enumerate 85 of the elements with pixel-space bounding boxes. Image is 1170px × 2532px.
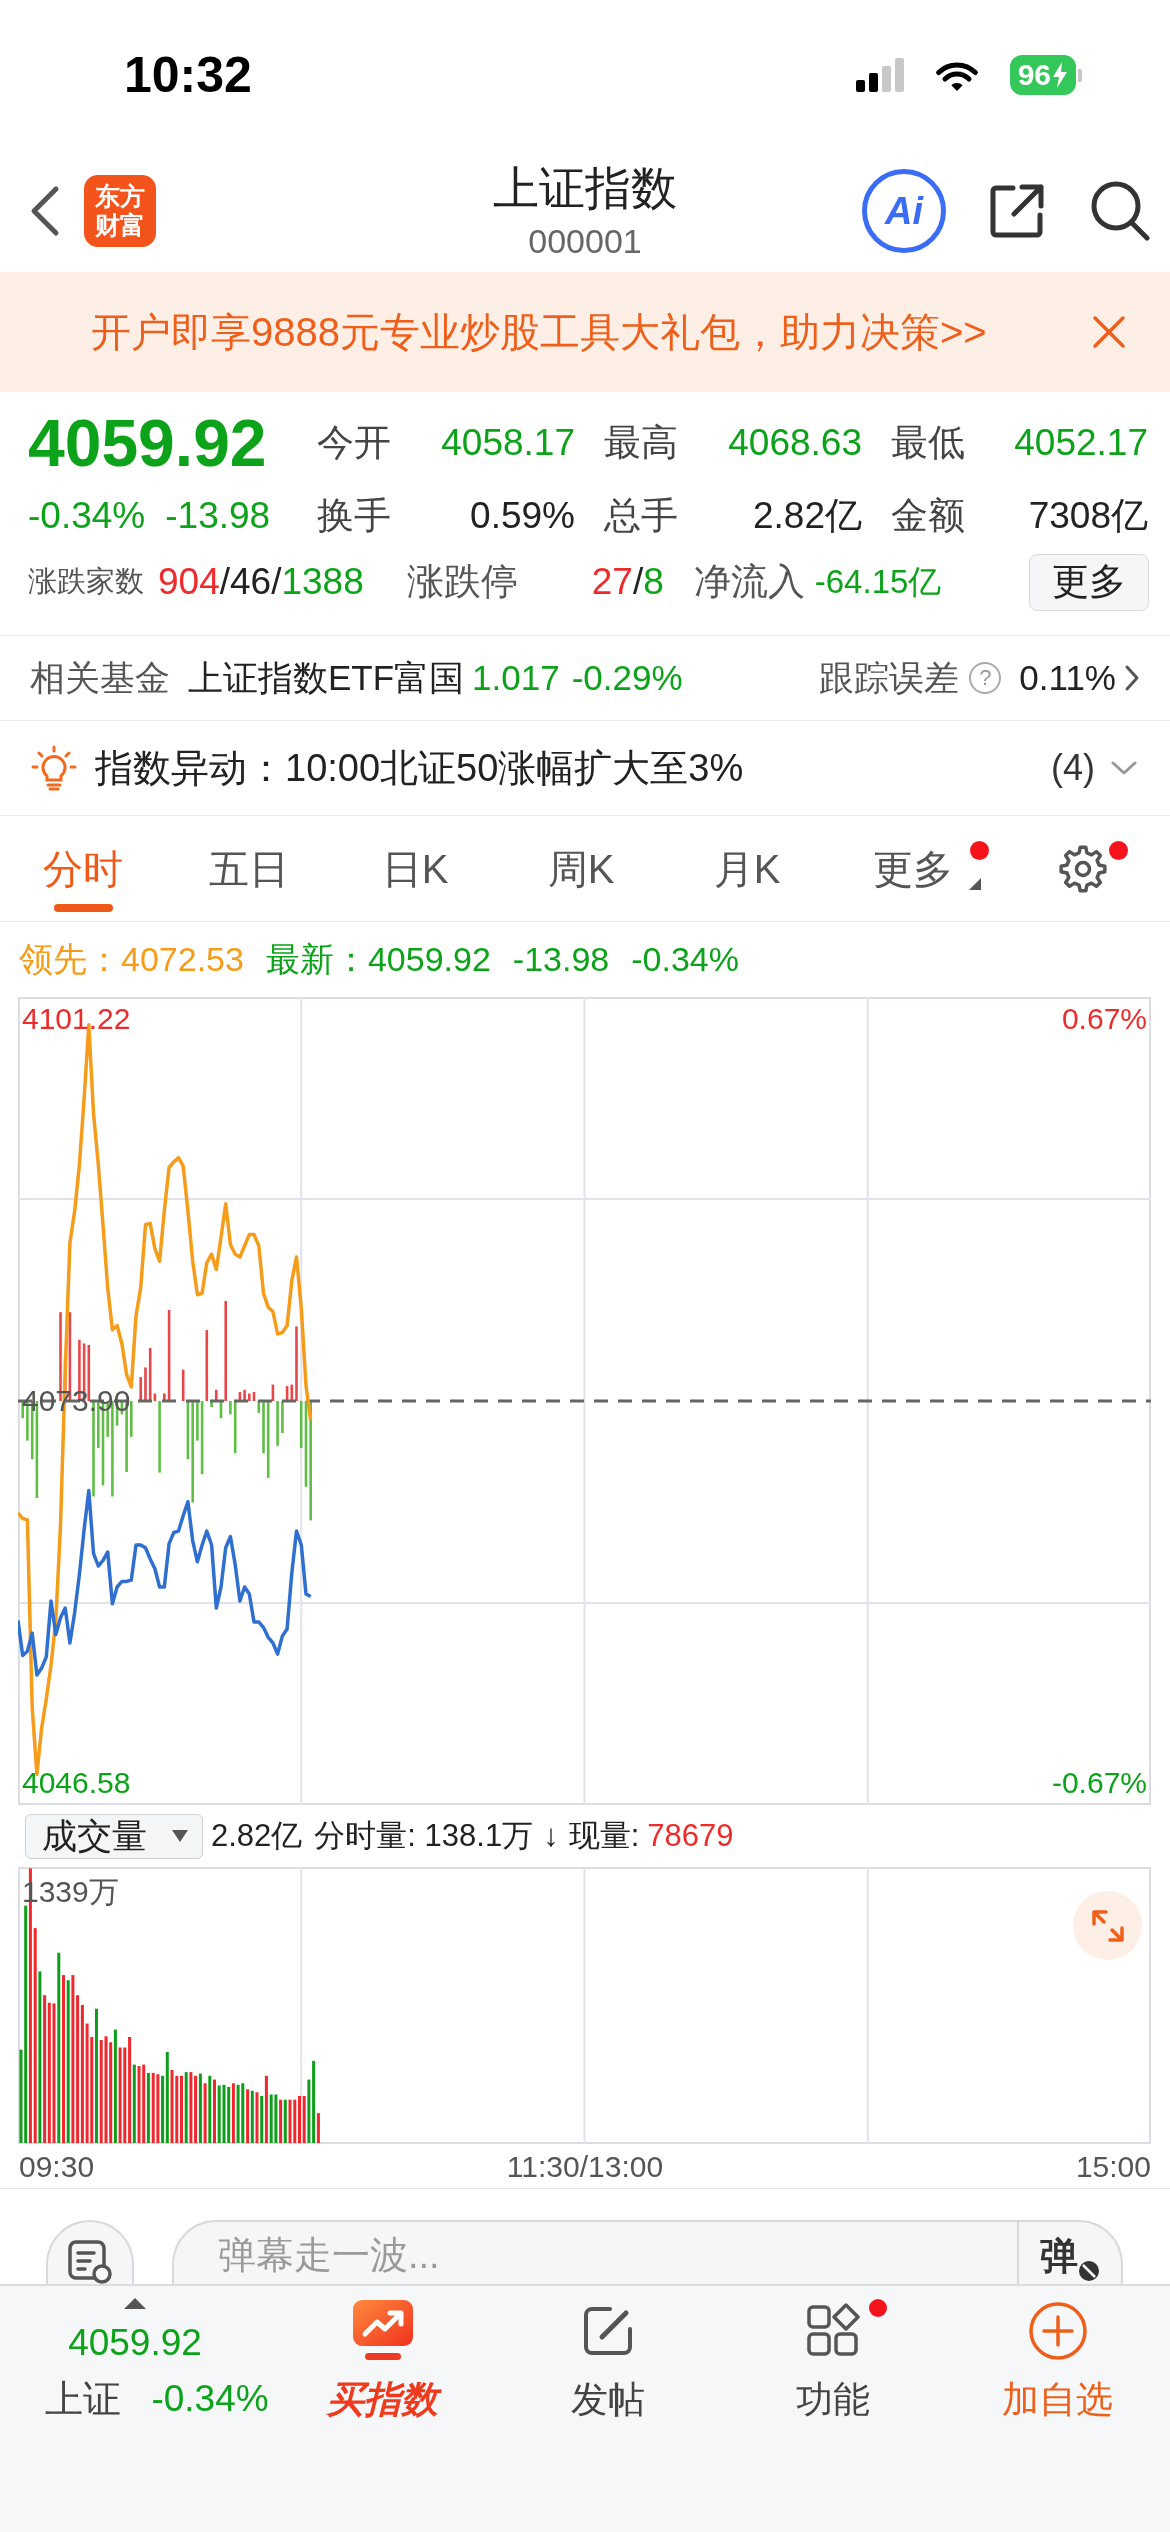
chart-tab[interactable]: 月K (664, 816, 830, 921)
limit-label: 涨跌停 (406, 560, 518, 605)
quote-price: 4059.92 (28, 410, 267, 476)
stat-value: 4058.17 (441, 421, 575, 466)
search-icon (1090, 180, 1150, 242)
index-alert-text[interactable]: 指数异动：10:00北证50涨幅扩大至3% (95, 739, 744, 797)
danmaku-menu-button[interactable] (46, 2220, 134, 2284)
legend-value: 4072.53 (121, 939, 244, 980)
search-button[interactable] (1090, 180, 1150, 242)
breadth-label: 涨跌家数 (28, 564, 144, 600)
current-volume-label: 现量: (568, 1816, 640, 1855)
ai-assistant-button[interactable]: Ai (862, 169, 946, 253)
axis-label: -0.67% (1051, 1765, 1147, 1801)
caret-up-icon (124, 2298, 146, 2309)
indicator-selector[interactable]: 成交量 (25, 1813, 203, 1859)
fund-price: 1.017 (472, 656, 560, 699)
plus-circle-icon (1027, 2301, 1088, 2361)
danmaku-toggle-button[interactable]: 弹 (1017, 2220, 1123, 2284)
fund-change: -0.29% (571, 656, 683, 699)
page-title: 上证指数 (493, 161, 677, 216)
current-volume-value: 78679 (647, 1816, 734, 1855)
charging-bolt-icon (1052, 62, 1068, 88)
trend-chart-icon (351, 2300, 414, 2362)
fund-name[interactable]: 上证指数ETF富国 (188, 651, 465, 705)
lightbulb-icon (31, 745, 77, 791)
mini-quote-change: -0.34% (151, 2377, 269, 2421)
stat-value: 4068.63 (728, 421, 862, 466)
time-axis-label: 15:00 (1075, 2148, 1151, 2185)
time-axis-label: 09:30 (19, 2148, 95, 2185)
expand-icon (1089, 1907, 1126, 1944)
change-percent: -0.34% (28, 494, 146, 539)
axis-label: 4101.22 (22, 1000, 131, 1037)
breadth-counts: 904/46/1388 (158, 560, 364, 605)
status-time: 10:32 (124, 50, 252, 100)
danmaku-input[interactable]: 弹幕走一波... (172, 2220, 1017, 2284)
stat-value: 0.59% (470, 494, 575, 539)
battery-percentage: 96 (1017, 60, 1051, 90)
stat-label: 今开 (317, 421, 391, 466)
axis-label: 4046.58 (22, 1765, 131, 1802)
minute-volume: 分时量: 138.1万 (314, 1816, 534, 1855)
time-axis-label: 11:30/13:00 (506, 2148, 664, 2185)
stat-label: 总手 (604, 494, 678, 539)
functions-button[interactable]: 功能 (720, 2286, 945, 2532)
chart-tab[interactable]: 周K (498, 816, 664, 921)
post-button[interactable]: 发帖 (495, 2286, 720, 2532)
total-volume: 2.82亿 (211, 1816, 303, 1855)
legend-label: 最新： (265, 939, 368, 980)
chart-tab[interactable]: 更多 (830, 816, 996, 921)
tracking-error-label: 跟踪误差 (819, 656, 960, 699)
stat-value: 7308亿 (1028, 494, 1148, 539)
limit-counts: 27/8 (591, 560, 664, 605)
alert-count: (4) (1051, 746, 1095, 790)
mini-quote-price: 4059.92 (68, 2321, 202, 2365)
axis-label: 0.67% (1061, 1001, 1147, 1037)
legend-value: -0.34% (631, 939, 739, 980)
chart-tab[interactable]: 五日 (166, 816, 332, 921)
signal-icon (855, 58, 904, 92)
grid-icon (804, 2303, 861, 2359)
stat-label: 最高 (604, 421, 678, 466)
chevron-right-icon (1124, 664, 1140, 692)
app-logo: 东方财富 (84, 175, 156, 247)
more-button[interactable]: 更多 (1029, 553, 1149, 611)
caret-down-icon (172, 1830, 188, 1842)
legend-value: -13.98 (512, 939, 610, 980)
net-inflow-label: 净流入 (693, 560, 805, 605)
stat-label: 金额 (891, 494, 965, 539)
stat-value: 4052.17 (1014, 421, 1148, 466)
mute-icon (1078, 2260, 1100, 2282)
stat-value: 2.82亿 (753, 494, 862, 539)
fund-label: 相关基金 (30, 656, 170, 699)
buy-index-button[interactable]: 买指数 (270, 2286, 495, 2532)
trend-arrow: ↓ (543, 1816, 559, 1855)
mini-quote-name: 上证 (45, 2377, 122, 2421)
settings-icon (1058, 843, 1108, 894)
stat-label: 换手 (317, 494, 391, 539)
legend-label: 领先： (19, 939, 121, 980)
close-icon (1092, 315, 1126, 349)
index-code: 000001 (528, 221, 642, 262)
legend-value: 4059.92 (367, 939, 491, 980)
stat-label: 最低 (891, 421, 965, 466)
close-button[interactable] (1092, 315, 1126, 349)
chart-tab[interactable]: 日K (332, 816, 498, 921)
net-inflow-value: -64.15亿 (814, 562, 942, 603)
change-amount: -13.98 (165, 494, 271, 539)
tracking-error-value: 0.11% (1019, 656, 1116, 699)
